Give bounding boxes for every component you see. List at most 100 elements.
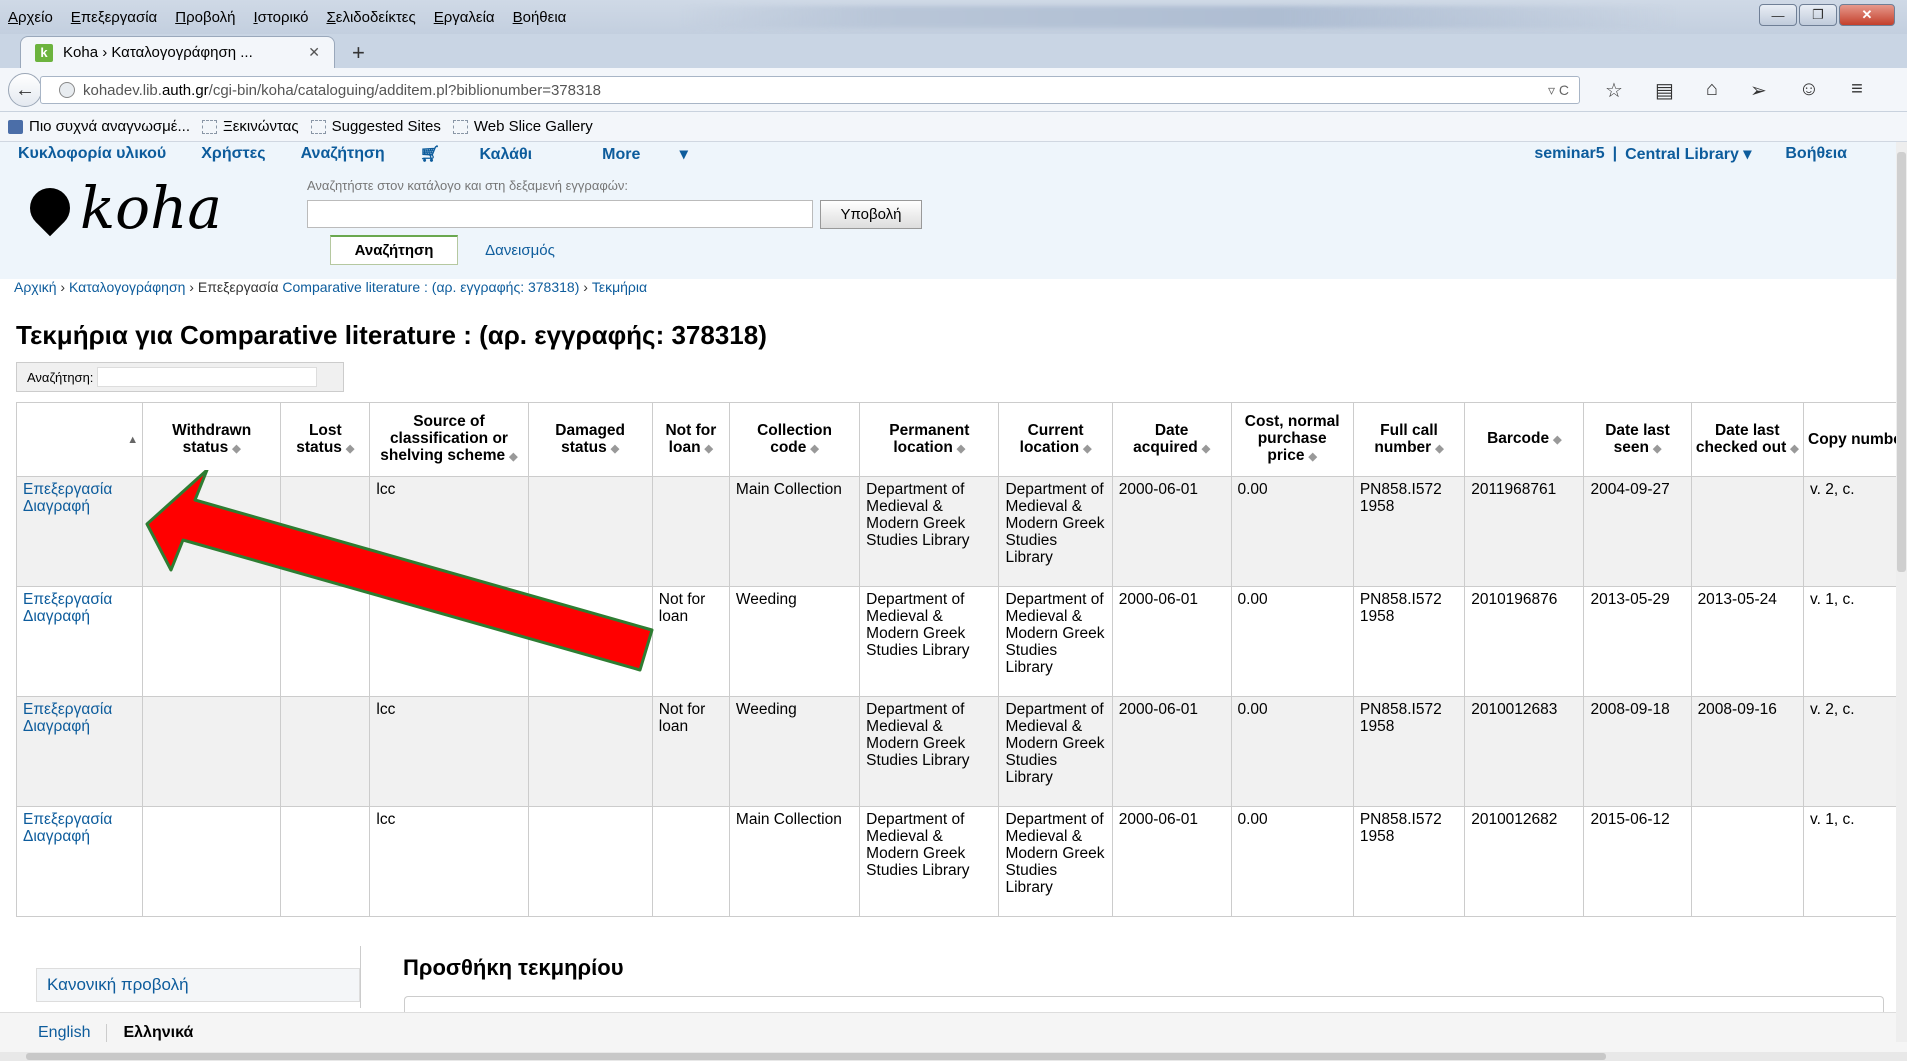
send-icon[interactable]: ➢ bbox=[1750, 78, 1767, 103]
edit-item-link[interactable]: Επεξεργασία bbox=[23, 481, 136, 498]
actions-cell: Επεξεργασία Διαγραφή bbox=[15, 586, 144, 697]
call-number-cell: PN858.I572 1958 bbox=[1352, 476, 1466, 587]
minimize-button[interactable]: — bbox=[1759, 4, 1797, 26]
breadcrumb-cataloguing[interactable]: Καταλογογράφηση bbox=[69, 279, 185, 295]
koha-logo[interactable]: koha bbox=[21, 174, 222, 242]
col-collection[interactable]: Collection code ◆ bbox=[728, 402, 861, 477]
vertical-scrollbar[interactable] bbox=[1896, 142, 1907, 1042]
scroll-thumb[interactable] bbox=[1897, 152, 1906, 572]
breadcrumb: Αρχική › Καταλογογράφηση › Επεξεργασία C… bbox=[14, 279, 648, 295]
breadcrumb-home[interactable]: Αρχική bbox=[14, 279, 57, 295]
menu-edit[interactable]: Επεξεργασία bbox=[71, 9, 157, 26]
address-bar[interactable]: kohadev.lib.auth.gr/cgi-bin/koha/catalog… bbox=[40, 76, 1580, 104]
help-link[interactable]: Βοήθεια bbox=[1785, 145, 1847, 163]
col-copy-number[interactable]: Copy numbe bbox=[1803, 402, 1907, 477]
last-checked-out-cell bbox=[1690, 476, 1805, 587]
nav-patrons[interactable]: Χρήστες bbox=[201, 145, 265, 163]
nav-circulation[interactable]: Κυκλοφορία υλικού bbox=[18, 145, 166, 163]
home-icon[interactable]: ⌂ bbox=[1706, 78, 1718, 103]
nav-search[interactable]: Αναζήτηση bbox=[301, 145, 385, 163]
col-current-location[interactable]: Current location ◆ bbox=[998, 402, 1113, 477]
close-window-button[interactable]: ✕ bbox=[1839, 4, 1895, 26]
menu-history[interactable]: Ιστορικό bbox=[253, 9, 308, 26]
submit-button[interactable]: Υποβολή bbox=[820, 200, 922, 229]
maximize-button[interactable]: ❐ bbox=[1799, 4, 1837, 26]
bookmark-suggested-sites[interactable]: Suggested Sites bbox=[310, 118, 441, 135]
scroll-thumb[interactable] bbox=[26, 1053, 1606, 1060]
col-call-number[interactable]: Full call number ◆ bbox=[1352, 402, 1466, 477]
menu-view[interactable]: Προβολή bbox=[175, 9, 235, 26]
reload-icon[interactable]: ▿ C bbox=[1548, 82, 1569, 99]
reading-list-icon[interactable]: ▤ bbox=[1655, 78, 1674, 103]
hamburger-menu-icon[interactable]: ≡ bbox=[1851, 78, 1863, 103]
breadcrumb-record[interactable]: Comparative literature : (αρ. εγγραφής: … bbox=[282, 279, 579, 295]
col-barcode[interactable]: Barcode ◆ bbox=[1464, 402, 1585, 477]
logged-in-user[interactable]: seminar5 bbox=[1534, 145, 1604, 163]
bookmark-web-slice-gallery[interactable]: Web Slice Gallery bbox=[452, 118, 593, 135]
catalog-search-input[interactable] bbox=[307, 200, 813, 228]
delete-item-link[interactable]: Διαγραφή bbox=[23, 608, 136, 625]
edit-item-link[interactable]: Επεξεργασία bbox=[23, 591, 136, 608]
tab-search[interactable]: Αναζήτηση bbox=[330, 235, 458, 265]
col-lost[interactable]: Lost status ◆ bbox=[280, 402, 371, 477]
menu-bookmarks[interactable]: Σελιδοδείκτες bbox=[326, 9, 415, 26]
copy-number-cell: v. 1, c. bbox=[1803, 586, 1907, 697]
col-damaged[interactable]: Damaged status ◆ bbox=[527, 402, 653, 477]
permanent-location-cell: Department of Medieval & Modern Greek St… bbox=[859, 586, 1000, 697]
menu-tools[interactable]: Εργαλεία bbox=[434, 9, 495, 26]
col-date-acquired[interactable]: Date acquired ◆ bbox=[1111, 402, 1232, 477]
bookmark-icon bbox=[310, 119, 326, 134]
window-title-area bbox=[680, 6, 1680, 28]
col-withdrawn[interactable]: Withdrawn status ◆ bbox=[142, 402, 282, 477]
koha-header: Κυκλοφορία υλικού Χρήστες Αναζήτηση 🛒︎ Κ… bbox=[0, 142, 1907, 279]
delete-item-link[interactable]: Διαγραφή bbox=[23, 498, 136, 515]
actions-cell: Επεξεργασία Διαγραφή bbox=[15, 476, 144, 587]
user-info: seminar5 | Central Library ▾ Βοήθεια bbox=[1534, 144, 1847, 164]
col-cost[interactable]: Cost, normal purchase price ◆ bbox=[1230, 402, 1354, 477]
table-row: Επεξεργασία Διαγραφή lcc Main Collection Dep… bbox=[15, 806, 1907, 917]
bookmark-getting-started[interactable]: Ξεκινώντας bbox=[202, 118, 299, 135]
cost-cell: 0.00 bbox=[1230, 806, 1354, 917]
delete-item-link[interactable]: Διαγραφή bbox=[23, 828, 136, 845]
language-bar: English Ελληνικά bbox=[0, 1012, 1907, 1052]
barcode-cell: 2010196876 bbox=[1464, 586, 1585, 697]
edit-item-link[interactable]: Επεξεργασία bbox=[23, 701, 136, 718]
browser-tab[interactable]: k Koha › Καταλογογράφηση ... ✕ bbox=[20, 36, 335, 68]
col-permanent-location[interactable]: Permanent location ◆ bbox=[859, 402, 1000, 477]
permanent-location-cell: Department of Medieval & Modern Greek St… bbox=[859, 476, 1000, 587]
arrow-shape bbox=[145, 470, 654, 672]
col-date-last-seen[interactable]: Date last seen ◆ bbox=[1583, 402, 1692, 477]
table-header-row: ▲ Withdrawn status ◆ Lost status ◆ Source … bbox=[15, 402, 1907, 477]
menu-file[interactable]: Αρχείο bbox=[8, 9, 53, 26]
nav-cart[interactable]: 🛒︎ Καλάθι bbox=[420, 144, 567, 164]
new-tab-icon[interactable]: + bbox=[352, 40, 365, 66]
delete-item-link[interactable]: Διαγραφή bbox=[23, 718, 136, 735]
filter-input[interactable] bbox=[97, 367, 318, 387]
col-source[interactable]: Source of classification or shelving sch… bbox=[369, 402, 529, 477]
last-seen-cell: 2015-06-12 bbox=[1583, 806, 1692, 917]
star-icon[interactable]: ☆ bbox=[1605, 78, 1623, 103]
withdrawn-cell bbox=[142, 806, 282, 917]
horizontal-scrollbar[interactable] bbox=[0, 1052, 1907, 1061]
lang-english[interactable]: English bbox=[38, 1023, 108, 1042]
last-seen-cell: 2004-09-27 bbox=[1583, 476, 1692, 587]
tab-checkout[interactable]: Δανεισμός bbox=[470, 235, 570, 265]
current-location-cell: Department of Medieval & Modern Greek St… bbox=[998, 696, 1113, 807]
current-location-cell: Department of Medieval & Modern Greek St… bbox=[998, 476, 1113, 587]
barcode-cell: 2010012682 bbox=[1464, 806, 1585, 917]
col-notforloan[interactable]: Not for loan ◆ bbox=[651, 402, 730, 477]
edit-item-link[interactable]: Επεξεργασία bbox=[23, 811, 136, 828]
menu-help[interactable]: Βοήθεια bbox=[513, 9, 567, 26]
bookmark-most-visited[interactable]: Πιο συχνά αναγνωσμέ... bbox=[8, 118, 190, 135]
lost-cell bbox=[280, 806, 371, 917]
col-date-last-checked-out[interactable]: Date last checked out ◆ bbox=[1690, 402, 1805, 477]
col-actions[interactable]: ▲ bbox=[15, 402, 144, 477]
nav-more[interactable]: More ▾ bbox=[602, 144, 688, 164]
branch-selector[interactable]: Central Library ▾ bbox=[1625, 144, 1751, 164]
chat-icon[interactable]: ☺ bbox=[1799, 78, 1819, 103]
copy-number-cell: v. 2, c. bbox=[1803, 476, 1907, 587]
normal-view-link[interactable]: Κανονική προβολή bbox=[36, 968, 360, 1002]
back-button[interactable]: ← bbox=[8, 73, 42, 107]
tab-close-icon[interactable]: ✕ bbox=[308, 44, 320, 61]
breadcrumb-items[interactable]: Τεκμήρια bbox=[592, 279, 647, 295]
